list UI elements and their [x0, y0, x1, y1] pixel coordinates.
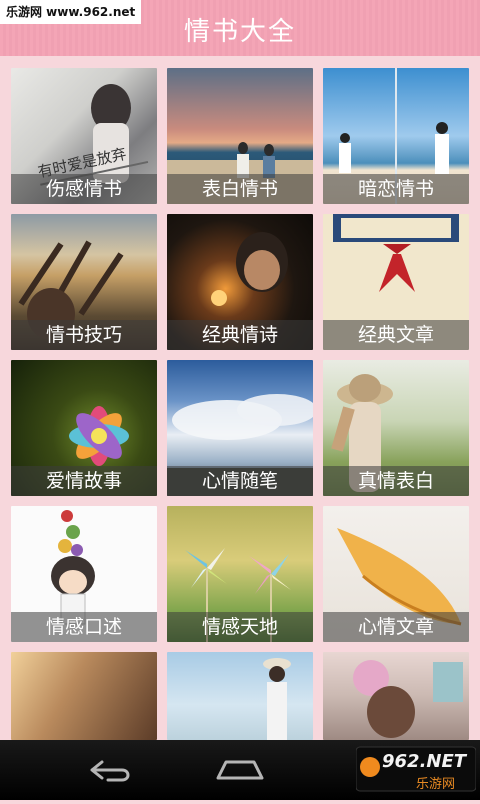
tile-classic-articles[interactable]: 经典文章	[323, 214, 469, 350]
tile-label: 情感口述	[11, 612, 157, 642]
tile-row5-1[interactable]	[11, 652, 157, 740]
tile-label: 心情文章	[323, 612, 469, 642]
photo-art	[353, 660, 463, 738]
tile-label: 爱情故事	[11, 466, 157, 496]
tile-row5-3[interactable]	[323, 652, 469, 740]
tile-label: 经典情诗	[167, 320, 313, 350]
tile-label: 伤感情书	[11, 174, 157, 204]
tile-label: 暗恋情书	[323, 174, 469, 204]
back-button[interactable]	[58, 740, 158, 800]
page-title: 情书大全	[183, 16, 296, 47]
category-grid: 有时爱是放弃 伤感情书 表白情书 暗恋情书 情书技巧 经典情诗 经典文章 爱情故…	[0, 56, 480, 740]
tile-emotion-world[interactable]: 情感天地	[167, 506, 313, 642]
tile-emotional-stories[interactable]: 情感口述	[11, 506, 157, 642]
back-icon	[90, 760, 130, 782]
tile-label: 情书技巧	[11, 320, 157, 350]
brand-logo: 962.NET 乐游网	[355, 745, 477, 795]
tile-confession-letters[interactable]: 表白情书	[167, 68, 313, 204]
tile-label: 情感天地	[167, 612, 313, 642]
tile-row5-2[interactable]	[167, 652, 313, 740]
tile-letter-tips[interactable]: 情书技巧	[11, 214, 157, 350]
tile-mood-articles[interactable]: 心情文章	[323, 506, 469, 642]
photo-art	[263, 658, 291, 740]
tile-secret-love-letters[interactable]: 暗恋情书	[323, 68, 469, 204]
tile-mood-essays[interactable]: 心情随笔	[167, 360, 313, 496]
brand-sub: 乐游网	[416, 777, 456, 792]
brand-name: 962.NET	[382, 751, 467, 772]
tile-love-stories[interactable]: 爱情故事	[11, 360, 157, 496]
navigation-bar: 962.NET 乐游网	[0, 740, 480, 800]
photo-icon	[11, 652, 157, 740]
home-icon	[216, 760, 264, 780]
home-button[interactable]	[190, 740, 290, 800]
watermark: 乐游网 www.962.net	[0, 0, 142, 24]
tile-true-confession[interactable]: 真情表白	[323, 360, 469, 496]
tile-label: 经典文章	[323, 320, 469, 350]
tile-label: 真情表白	[323, 466, 469, 496]
tile-label: 心情随笔	[167, 466, 313, 496]
tile-classic-poems[interactable]: 经典情诗	[167, 214, 313, 350]
tile-sad-letters[interactable]: 有时爱是放弃 伤感情书	[11, 68, 157, 204]
tile-label: 表白情书	[167, 174, 313, 204]
